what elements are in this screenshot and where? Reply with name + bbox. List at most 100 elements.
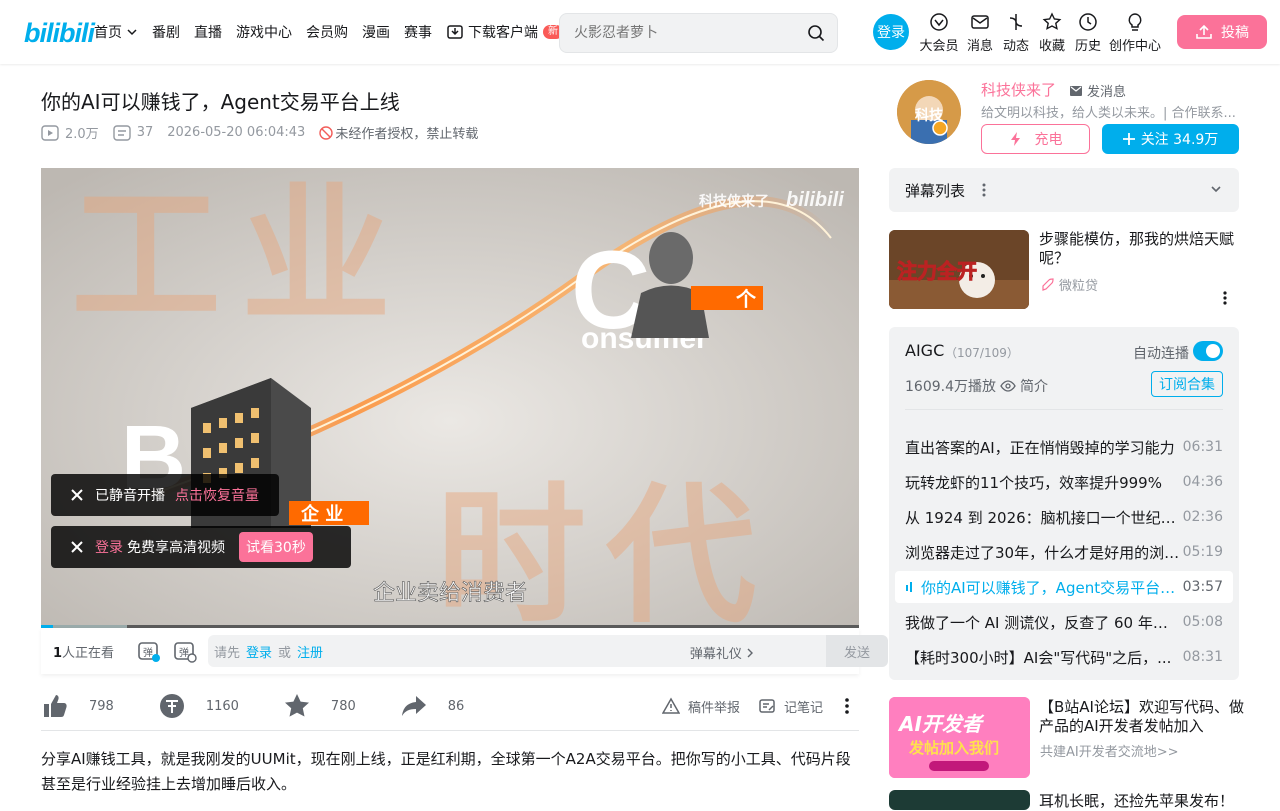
- autoplay-label: 自动连播: [1133, 346, 1189, 362]
- charge-label: 充电: [1034, 132, 1063, 148]
- episode-duration: 03:57: [1182, 579, 1223, 595]
- chevron-down-icon: [127, 29, 137, 36]
- nav-favorites[interactable]: 收藏: [1034, 12, 1070, 54]
- danmaku-send-button[interactable]: 发送: [826, 635, 888, 667]
- uploader-signature: 给文明以科技，给人类以未来。| 合作联系...: [981, 106, 1236, 121]
- send-message-link[interactable]: 发消息: [1069, 81, 1126, 100]
- nav-messages[interactable]: 消息: [962, 12, 998, 54]
- ad-title[interactable]: 步骤能模仿，那我的烘焙天赋呢？: [1039, 230, 1239, 268]
- uploader-name[interactable]: 科技侠来了: [981, 79, 1056, 100]
- episode-item[interactable]: 玩转龙虾的11个技巧，效率提升999% 04:36: [895, 466, 1233, 498]
- danmaku-settings-icon[interactable]: 弹: [173, 639, 197, 663]
- take-note-button[interactable]: 记笔记: [758, 697, 823, 716]
- danmaku-register-link[interactable]: 注册: [297, 642, 323, 661]
- nav-live[interactable]: 直播: [194, 22, 222, 42]
- collection-intro-link[interactable]: 简介: [1000, 376, 1048, 396]
- autoplay-toggle[interactable]: [1193, 341, 1223, 361]
- login-avatar-button[interactable]: 登录: [873, 14, 909, 50]
- recommend-title[interactable]: 耳机长眠，还捡先苹果发布！: [1039, 790, 1234, 811]
- share-button[interactable]: 86: [400, 692, 464, 720]
- more-vertical-icon[interactable]: [981, 182, 987, 198]
- danmaku-input[interactable]: 请先 登录 或 注册 弹幕礼仪: [208, 635, 848, 667]
- send-message-label: 发消息: [1087, 85, 1127, 100]
- warning-icon: [662, 697, 680, 714]
- episode-duration: 05:08: [1182, 614, 1223, 630]
- ai-forum-thumbnail[interactable]: AI开发者 发帖加入我们: [889, 697, 1030, 778]
- nav-home[interactable]: 首页: [94, 22, 138, 42]
- nav-vip-label: 大会员: [919, 39, 959, 54]
- nav-mall[interactable]: 会员购: [306, 22, 348, 42]
- ai-forum-link[interactable]: 共建AI开发者交流地>>: [1040, 741, 1179, 760]
- follow-label: 关注 34.9万: [1140, 132, 1219, 148]
- danmaku-or: 或: [278, 645, 292, 661]
- nav-download[interactable]: 下载客户端 新: [446, 22, 563, 42]
- report-label: 稿件举报: [688, 700, 741, 716]
- play-count-icon: [41, 124, 59, 141]
- danmaku-etiquette-link[interactable]: 弹幕礼仪: [690, 643, 754, 662]
- nav-dynamic[interactable]: 动态: [998, 12, 1034, 54]
- more-options-icon[interactable]: [841, 696, 861, 716]
- watching-count: 1人正在看: [53, 642, 137, 661]
- episode-title: 从 1924 到 2026：脑机接口一个世纪的...: [905, 508, 1181, 527]
- nav-creator-center[interactable]: 创作中心: [1106, 12, 1164, 54]
- follow-button[interactable]: 关注 34.9万: [1102, 124, 1239, 154]
- ad-image: 注力全开: [889, 230, 1029, 309]
- charge-button[interactable]: 充电: [981, 124, 1090, 154]
- bilibili-logo[interactable]: bilibili: [24, 18, 95, 49]
- lightbulb-icon: [1128, 13, 1142, 31]
- more-vertical-icon[interactable]: [1222, 290, 1228, 310]
- episode-duration: 05:19: [1182, 544, 1223, 560]
- danmaku-bar: 1人正在看 弹 弹 请先 登录 或 注册 弹幕礼仪 发送: [41, 628, 888, 674]
- restore-volume-link[interactable]: 点击恢复音量: [175, 485, 259, 505]
- nav-vip[interactable]: 大会员: [916, 12, 962, 54]
- nav-history[interactable]: 历史: [1070, 12, 1106, 54]
- share-arrow-icon: [401, 696, 426, 716]
- episode-item[interactable]: 从 1924 到 2026：脑机接口一个世纪的... 02:36: [895, 501, 1233, 533]
- episode-title: 浏览器走过了30年，什么才是好用的浏览器: [905, 543, 1181, 562]
- overlay-ge: 个: [735, 287, 757, 311]
- chevron-down-icon[interactable]: [1209, 182, 1223, 200]
- episode-item[interactable]: 浏览器走过了30年，什么才是好用的浏览器 05:19: [895, 536, 1233, 568]
- upload-button[interactable]: 投稿: [1177, 15, 1267, 49]
- nav-favorites-label: 收藏: [1038, 39, 1065, 54]
- close-icon[interactable]: [69, 539, 85, 555]
- episode-item[interactable]: 【耗时300小时】AI会"写代码"之后，... 08:31: [895, 641, 1233, 673]
- collection-title[interactable]: AIGC: [905, 341, 944, 360]
- favorite-button[interactable]: 780: [283, 692, 356, 720]
- search-input[interactable]: [560, 14, 790, 52]
- nav-esports[interactable]: 赛事: [404, 22, 432, 42]
- video-meta: 2.0万 37 2026-05-20 06:04:43 未经作者授权，禁止转载: [41, 123, 492, 142]
- note-icon: [759, 699, 775, 713]
- watching-number: 1: [53, 645, 63, 661]
- ad-thumbnail[interactable]: 注力全开: [889, 230, 1029, 309]
- subscribe-collection-button[interactable]: 订阅合集: [1151, 371, 1223, 397]
- thumb-up-icon: [44, 695, 67, 717]
- danmaku-list-header[interactable]: 弹幕列表: [889, 168, 1239, 212]
- nav-game-center[interactable]: 游戏中心: [236, 22, 292, 42]
- favorite-count: 780: [330, 698, 356, 714]
- collection-count: （107/109）: [945, 346, 1019, 360]
- nav-anime[interactable]: 番剧: [152, 22, 180, 42]
- nav-manga[interactable]: 漫画: [362, 22, 390, 42]
- recommend-thumbnail[interactable]: [889, 790, 1030, 810]
- coin-button[interactable]: 1160: [158, 692, 239, 720]
- toast-login-link[interactable]: 登录: [95, 537, 123, 557]
- trial-30s-button[interactable]: 试看30秒: [239, 532, 313, 562]
- episode-item[interactable]: 我做了一个 AI 测谎仪，反查了 60 年的... 05:08: [895, 606, 1233, 638]
- watermark-logo: bilibili: [786, 189, 844, 211]
- danmaku-login-link[interactable]: 登录: [246, 642, 272, 661]
- search-icon[interactable]: [807, 24, 825, 42]
- ai-forum-title[interactable]: 【B站AI论坛】欢迎写代码、做产品的AI开发者发帖加入: [1039, 698, 1244, 736]
- watching-label: 人正在看: [62, 645, 115, 661]
- close-icon[interactable]: [69, 487, 85, 503]
- uploader-avatar[interactable]: 科技: [897, 80, 961, 144]
- divider: [905, 409, 1223, 410]
- video-title: 你的AI可以赚钱了，Agent交易平台上线: [41, 90, 400, 114]
- publish-date: 2026-05-20 06:04:43: [167, 125, 306, 140]
- like-button[interactable]: 798: [41, 692, 114, 720]
- report-button[interactable]: 稿件举报: [662, 697, 740, 716]
- overlay-char-dai: 代: [605, 470, 756, 628]
- episode-item-active[interactable]: 你的AI可以赚钱了，Agent交易平台上线 03:57: [895, 571, 1233, 603]
- episode-item[interactable]: 直出答案的AI，正在悄悄毁掉的学习能力 06:31: [895, 431, 1233, 463]
- danmaku-toggle-icon[interactable]: 弹: [137, 639, 161, 663]
